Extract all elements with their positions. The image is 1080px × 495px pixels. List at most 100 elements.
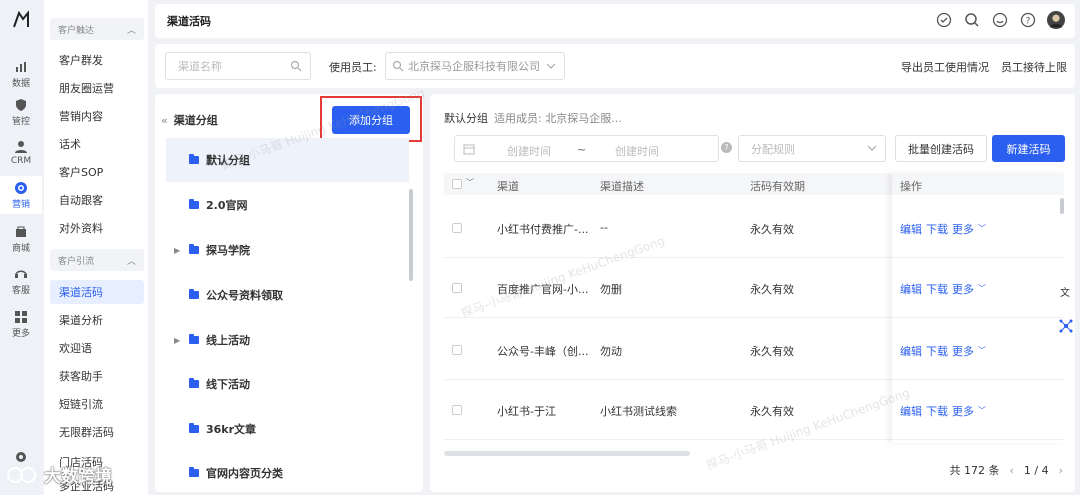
more-link[interactable]: 更多 bbox=[952, 343, 974, 359]
search-icon[interactable] bbox=[963, 11, 981, 29]
group-item[interactable]: ▶ 探马学院 bbox=[166, 228, 409, 272]
group-item[interactable]: 官网内容页分类 bbox=[166, 451, 409, 492]
message-icon[interactable] bbox=[991, 11, 1009, 29]
channel-cell: 小红书-于江 bbox=[497, 405, 556, 418]
created-date-range-picker[interactable]: 创建时间 ~ 创建时间 bbox=[454, 135, 719, 162]
chevron-up-icon: ︿ bbox=[126, 25, 136, 36]
more-link[interactable]: 更多 bbox=[952, 281, 974, 297]
folder-icon bbox=[189, 244, 199, 254]
group-item[interactable]: 公众号资料领取 bbox=[166, 273, 409, 317]
rail-item-more[interactable]: 更多 bbox=[0, 305, 42, 343]
rail-item-mall[interactable]: 商城 bbox=[0, 220, 42, 258]
chevron-down-icon bbox=[867, 145, 877, 151]
download-link[interactable]: 下载 bbox=[926, 281, 948, 297]
group-scrollbar[interactable] bbox=[409, 189, 413, 281]
rail-item-control[interactable]: 管控 bbox=[0, 93, 42, 131]
grid-icon bbox=[15, 310, 27, 323]
row-checkbox[interactable] bbox=[452, 405, 462, 415]
logo[interactable] bbox=[0, 0, 42, 40]
next-page-icon[interactable]: › bbox=[1059, 464, 1063, 477]
subnav-item[interactable]: 欢迎语 bbox=[50, 336, 144, 360]
table-panel-heading: 默认分组 适用成员: 北京探马企服... bbox=[444, 112, 622, 125]
rail-item-marketing[interactable]: 营销 bbox=[0, 176, 42, 214]
staff-select[interactable]: 北京探马企服科技有限公司 bbox=[385, 52, 565, 80]
sub-navigation: 客户触达 ︿ 客户群发 朋友圈运营 营销内容 话术 客户SOP 自动跟客 对外资… bbox=[44, 0, 148, 495]
subnav-group-traffic[interactable]: 客户引流 ︿ bbox=[50, 249, 144, 271]
channel-cell: 小红书付费推广-... bbox=[497, 223, 589, 236]
caret-right-icon[interactable]: ▶ bbox=[174, 336, 180, 345]
edit-link[interactable]: 编辑 bbox=[900, 403, 922, 419]
chevron-down-icon[interactable]: ﹀ bbox=[466, 177, 474, 188]
avatar[interactable] bbox=[1047, 11, 1065, 29]
edit-link[interactable]: 编辑 bbox=[900, 221, 922, 237]
description-cell: 小红书测试线索 bbox=[600, 405, 677, 418]
more-link[interactable]: 更多 bbox=[952, 403, 974, 419]
prev-page-icon[interactable]: ‹ bbox=[1009, 464, 1013, 477]
edit-link[interactable]: 编辑 bbox=[900, 343, 922, 359]
table-vertical-scrollbar[interactable] bbox=[1060, 198, 1064, 214]
subnav-item[interactable]: 营销内容 bbox=[50, 104, 144, 128]
channel-cell: 公众号-丰峰（创... bbox=[497, 345, 589, 358]
download-link[interactable]: 下载 bbox=[926, 221, 948, 237]
group-item[interactable]: 线下活动 bbox=[166, 362, 409, 406]
group-item[interactable]: ▶ 线上活动 bbox=[166, 318, 409, 362]
group-item[interactable]: 36kr文章 bbox=[166, 407, 409, 451]
target-icon bbox=[15, 181, 27, 194]
subnav-item[interactable]: 客户群发 bbox=[50, 48, 144, 72]
subnav-item[interactable]: 自动跟客 bbox=[50, 188, 144, 212]
page-indicator: 1 / 4 bbox=[1023, 463, 1049, 477]
rail-item-service[interactable]: 客服 bbox=[0, 262, 42, 300]
new-code-button[interactable]: 新建活码 bbox=[992, 135, 1065, 162]
subnav-item[interactable]: 朋友圈运营 bbox=[50, 76, 144, 100]
help-icon[interactable]: ? bbox=[721, 142, 732, 153]
group-item[interactable]: 2.0官网 bbox=[166, 183, 409, 227]
collapse-icon[interactable]: « bbox=[161, 114, 168, 127]
validity-cell: 永久有效 bbox=[750, 223, 794, 236]
row-checkbox[interactable] bbox=[452, 283, 462, 293]
table-header: ﹀ 渠道 渠道描述 活码有效期 操作 bbox=[444, 173, 1064, 195]
select-all-checkbox[interactable] bbox=[452, 179, 462, 189]
download-link[interactable]: 下载 bbox=[926, 343, 948, 359]
subnav-item[interactable]: 无限群活码 bbox=[50, 420, 144, 444]
check-circle-icon[interactable] bbox=[935, 11, 953, 29]
rail-item-data[interactable]: 数据 bbox=[0, 55, 42, 93]
caret-right-icon[interactable]: ▶ bbox=[174, 246, 180, 255]
download-link[interactable]: 下载 bbox=[926, 403, 948, 419]
calendar-icon bbox=[463, 144, 475, 155]
export-staff-usage-link[interactable]: 导出员工使用情况 bbox=[901, 59, 989, 75]
channel-name-search-input[interactable]: 渠道名称 bbox=[165, 52, 311, 80]
group-item[interactable]: 默认分组 bbox=[166, 138, 409, 182]
batch-create-button[interactable]: 批量创建活码 bbox=[895, 135, 987, 162]
column-header: 渠道描述 bbox=[600, 180, 644, 193]
row-checkbox[interactable] bbox=[452, 223, 462, 233]
subnav-item[interactable]: 对外资料 bbox=[50, 216, 144, 240]
table-horizontal-scrollbar[interactable] bbox=[444, 451, 690, 456]
assignment-rule-select[interactable]: 分配规则 bbox=[738, 135, 886, 162]
column-header: 操作 bbox=[900, 180, 922, 193]
staff-label: 使用员工: bbox=[329, 61, 377, 74]
svg-text:文: 文 bbox=[1060, 286, 1070, 299]
subnav-group-reach[interactable]: 客户触达 ︿ bbox=[50, 18, 144, 40]
add-group-highlight: 添加分组 bbox=[320, 96, 422, 142]
subnav-item[interactable]: 话术 bbox=[50, 132, 144, 156]
validity-cell: 永久有效 bbox=[750, 345, 794, 358]
network-icon[interactable] bbox=[1056, 316, 1076, 336]
subnav-item-channel-code[interactable]: 渠道活码 bbox=[50, 280, 144, 304]
subnav-item[interactable]: 客户SOP bbox=[50, 160, 144, 184]
help-icon[interactable]: ? bbox=[1019, 11, 1037, 29]
row-checkbox[interactable] bbox=[452, 345, 462, 355]
folder-icon bbox=[189, 467, 199, 477]
description-cell: 勿删 bbox=[600, 283, 622, 296]
more-link[interactable]: 更多 bbox=[952, 221, 974, 237]
subnav-item[interactable]: 短链引流 bbox=[50, 392, 144, 416]
subnav-item[interactable]: 渠道分析 bbox=[50, 308, 144, 332]
edit-link[interactable]: 编辑 bbox=[900, 281, 922, 297]
add-group-button[interactable]: 添加分组 bbox=[332, 106, 410, 134]
search-icon bbox=[392, 60, 404, 72]
subnav-item[interactable]: 获客助手 bbox=[50, 364, 144, 388]
chevron-down-icon: ﹀ bbox=[978, 224, 986, 233]
rail-item-crm[interactable]: CRM bbox=[0, 134, 42, 172]
translate-icon[interactable]: 文 bbox=[1056, 282, 1076, 302]
shop-icon bbox=[16, 226, 26, 237]
staff-reception-limit-link[interactable]: 员工接待上限 bbox=[1001, 59, 1067, 75]
